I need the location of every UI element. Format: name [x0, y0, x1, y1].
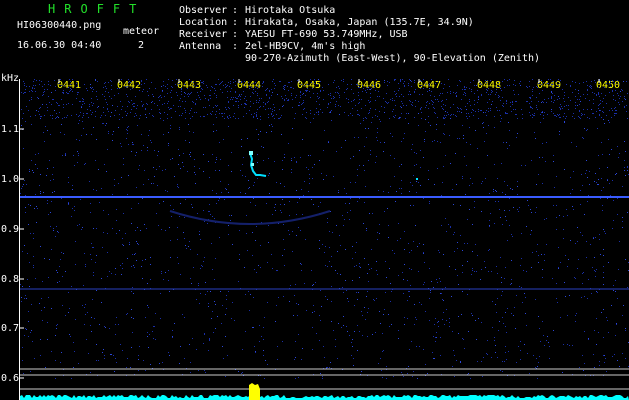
secondary-echo-dot	[416, 178, 418, 180]
info-value-location: Hirakata, Osaka, Japan (135.7E, 34.9N)	[245, 17, 474, 28]
info-value-pointing: 90-270-Azimuth (East-West), 90-Elevation…	[245, 53, 541, 64]
spectrogram-plot	[20, 79, 629, 400]
info-value-receiver: YAESU FT-690 53.749MHz, USB	[245, 29, 408, 40]
freq-tick-1.0: 1.0	[1, 174, 20, 185]
filename-label: HI06300440.png	[17, 20, 102, 31]
signal-baseline	[20, 383, 629, 400]
freq-tick-1.1: 1.1	[1, 124, 20, 135]
info-key-antenna: Antenna	[179, 41, 222, 52]
meteor-count: 2	[138, 40, 145, 51]
faint-trace	[169, 210, 331, 225]
info-sep-3: :	[232, 29, 239, 40]
freq-tick-0.7: 0.7	[1, 323, 20, 334]
datetime-label: 16.06.30 04:40	[17, 40, 102, 51]
axis-unit-label: kHz	[1, 73, 20, 84]
noise-pixels	[20, 79, 629, 379]
baseline-bars	[20, 395, 629, 400]
spectrogram-window: HROFFT HI06300440.png meteor 2 16.06.30 …	[0, 0, 629, 400]
app-title: HROFFT	[48, 2, 146, 16]
freq-tick-0.8: 0.8	[1, 274, 20, 285]
info-value-observer: Hirotaka Otsuka	[245, 5, 336, 16]
info-value-antenna: 2el-HB9CV, 4m's high	[245, 41, 366, 52]
info-sep-4: :	[232, 41, 239, 52]
info-key-receiver: Receiver	[179, 29, 228, 40]
info-key-location: Location	[179, 17, 228, 28]
info-sep-2: :	[232, 17, 239, 28]
baseline-peak	[249, 383, 260, 400]
noise-field	[20, 79, 629, 379]
meteor-label: meteor	[123, 26, 160, 37]
info-key-observer: Observer	[179, 5, 228, 16]
info-sep-1: :	[232, 5, 239, 16]
freq-tick-0.9: 0.9	[1, 224, 20, 235]
freq-tick-0.6: 0.6	[1, 373, 20, 384]
